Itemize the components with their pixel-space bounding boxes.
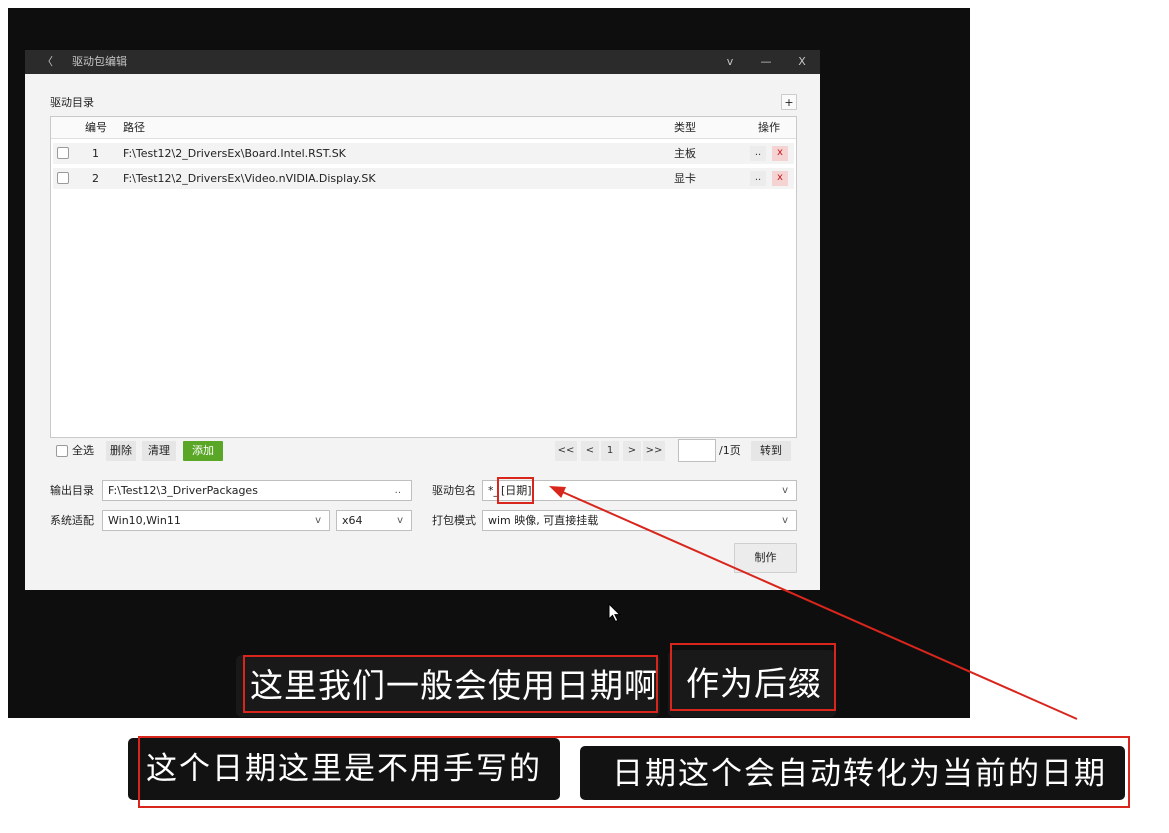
arch-select[interactable]: x64 v bbox=[336, 510, 412, 531]
clear-button[interactable]: 清理 bbox=[142, 441, 176, 461]
column-type: 类型 bbox=[674, 121, 696, 134]
goto-page-input[interactable] bbox=[678, 439, 716, 462]
row-path: F:\Test12\2_DriversEx\Board.Intel.RST.SK bbox=[123, 147, 346, 160]
goto-page-button[interactable]: 转到 bbox=[751, 441, 791, 461]
driver-package-editor-window: 〈 驱动包编辑 v — X 驱动目录 + 编号 路径 类型 操作 1 F:\Te… bbox=[25, 50, 820, 590]
page-number-button[interactable]: 1 bbox=[601, 441, 619, 461]
column-path: 路径 bbox=[123, 121, 145, 134]
output-dir-value: F:\Test12\3_DriverPackages bbox=[108, 484, 258, 497]
table-row[interactable]: 1 F:\Test12\2_DriversEx\Board.Intel.RST.… bbox=[53, 143, 794, 164]
row-path: F:\Test12\2_DriversEx\Video.nVIDIA.Displ… bbox=[123, 172, 376, 185]
menu-button[interactable]: v bbox=[722, 55, 738, 69]
minimize-button[interactable]: — bbox=[758, 55, 774, 69]
row-delete-button[interactable]: x bbox=[772, 171, 788, 186]
chevron-down-icon[interactable]: v bbox=[397, 514, 403, 528]
chevron-down-icon[interactable]: v bbox=[782, 484, 788, 498]
back-icon[interactable]: 〈 bbox=[42, 55, 53, 69]
make-button[interactable]: 制作 bbox=[734, 543, 797, 573]
add-button[interactable]: 添加 bbox=[183, 441, 223, 461]
package-name-label: 驱动包名 bbox=[432, 484, 476, 497]
arch-value: x64 bbox=[342, 514, 363, 527]
mouse-pointer-icon bbox=[608, 603, 622, 623]
os-select[interactable]: Win10,Win11 v bbox=[102, 510, 330, 531]
subtitle-highlight bbox=[670, 643, 836, 711]
output-dir-label: 输出目录 bbox=[50, 484, 94, 497]
column-index: 编号 bbox=[85, 121, 107, 134]
first-page-button[interactable]: << bbox=[555, 441, 577, 461]
next-page-button[interactable]: > bbox=[623, 441, 641, 461]
title-bar: 〈 驱动包编辑 v — X bbox=[25, 50, 820, 74]
close-button[interactable]: X bbox=[794, 55, 810, 69]
row-checkbox[interactable] bbox=[57, 147, 69, 159]
pack-mode-select[interactable]: wim 映像, 可直接挂载 v bbox=[482, 510, 797, 531]
date-token-highlight bbox=[497, 477, 534, 504]
output-dir-field[interactable]: F:\Test12\3_DriverPackages .. bbox=[102, 480, 412, 501]
delete-button[interactable]: 删除 bbox=[106, 441, 136, 461]
table-row[interactable]: 2 F:\Test12\2_DriversEx\Video.nVIDIA.Dis… bbox=[53, 168, 794, 189]
column-ops: 操作 bbox=[758, 121, 780, 134]
total-pages-label: /1页 bbox=[719, 444, 741, 457]
select-all-checkbox[interactable] bbox=[56, 445, 68, 457]
prev-page-button[interactable]: < bbox=[581, 441, 599, 461]
os-label: 系统适配 bbox=[50, 514, 94, 527]
driver-dir-table: 编号 路径 类型 操作 1 F:\Test12\2_DriversEx\Boar… bbox=[50, 116, 797, 438]
row-browse-button[interactable]: .. bbox=[750, 146, 766, 161]
os-value: Win10,Win11 bbox=[108, 514, 181, 527]
window-title: 驱动包编辑 bbox=[72, 55, 127, 68]
last-page-button[interactable]: >> bbox=[643, 441, 665, 461]
row-type: 主板 bbox=[674, 147, 696, 160]
row-index: 2 bbox=[92, 172, 99, 185]
output-dir-browse-button[interactable]: .. bbox=[395, 484, 401, 498]
row-checkbox[interactable] bbox=[57, 172, 69, 184]
subtitle-highlight bbox=[138, 736, 1130, 808]
pack-mode-value: wim 映像, 可直接挂载 bbox=[488, 514, 599, 527]
table-header: 编号 路径 类型 操作 bbox=[51, 117, 796, 139]
select-all-label[interactable]: 全选 bbox=[72, 444, 94, 458]
chevron-down-icon[interactable]: v bbox=[315, 514, 321, 528]
chevron-down-icon[interactable]: v bbox=[782, 514, 788, 528]
driver-dir-label: 驱动目录 bbox=[50, 96, 94, 109]
row-delete-button[interactable]: x bbox=[772, 146, 788, 161]
add-driver-dir-button[interactable]: + bbox=[781, 94, 797, 110]
row-type: 显卡 bbox=[674, 172, 696, 185]
pack-mode-label: 打包模式 bbox=[432, 514, 476, 527]
subtitle-highlight bbox=[243, 655, 658, 713]
row-browse-button[interactable]: .. bbox=[750, 171, 766, 186]
row-index: 1 bbox=[92, 147, 99, 160]
